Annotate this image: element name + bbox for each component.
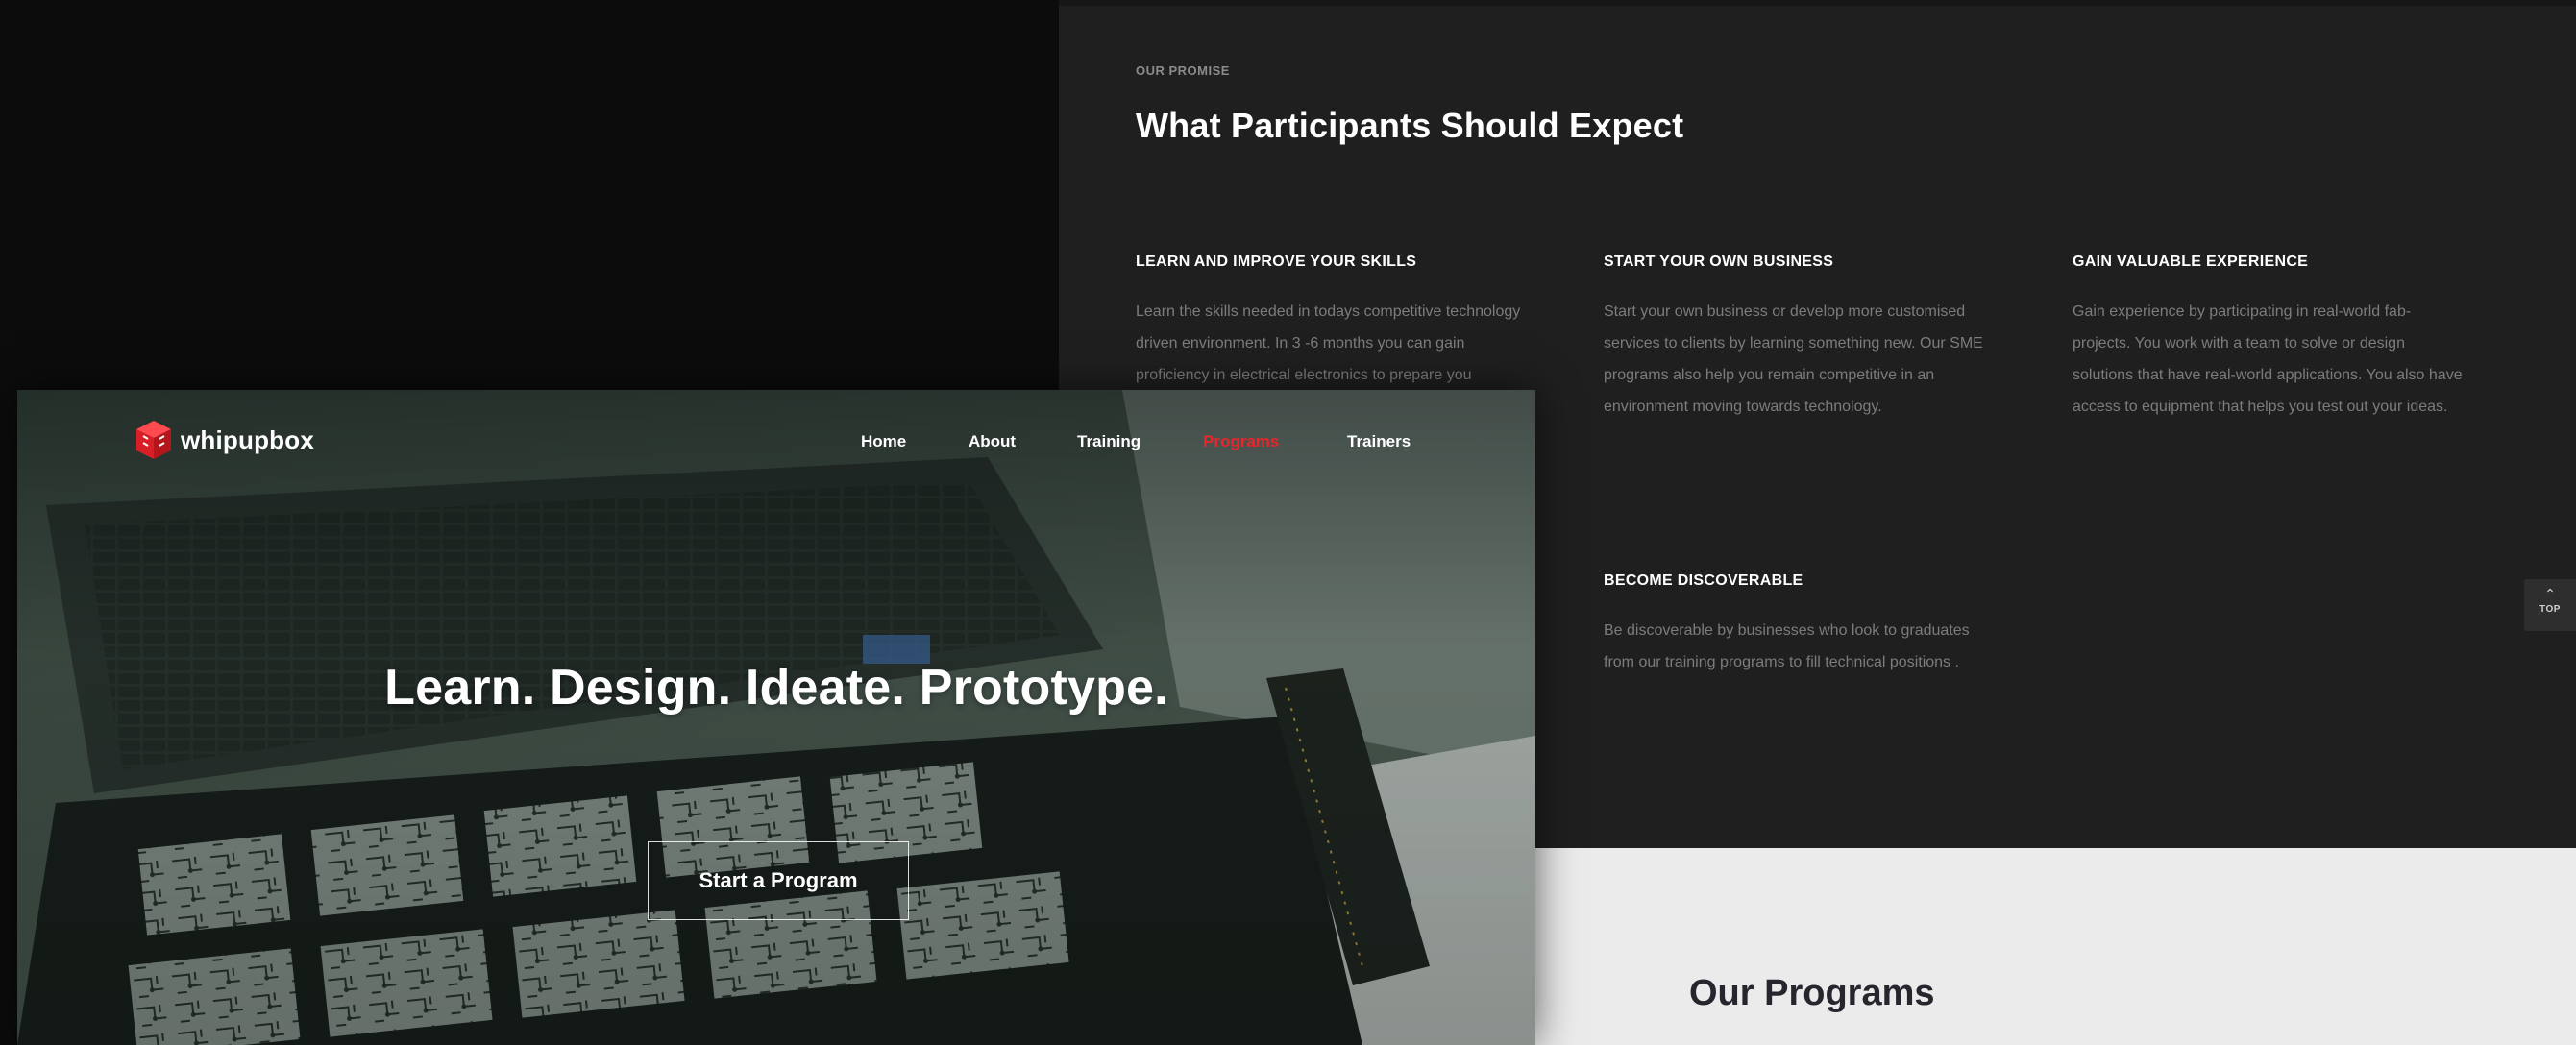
- nav-item-programs[interactable]: Programs: [1203, 432, 1279, 451]
- hero-overlay: [17, 390, 1535, 1045]
- start-program-button[interactable]: Start a Program: [648, 841, 909, 920]
- nav-item-training[interactable]: Training: [1077, 432, 1141, 451]
- feature-title: START YOUR OWN BUSINESS: [1604, 254, 1834, 270]
- back-to-top-label: TOP: [2539, 604, 2561, 615]
- feature-text: Be discoverable by businesses who look t…: [1604, 622, 1970, 670]
- feature-discoverable: BECOME DISCOVERABLE Be discoverable by b…: [1604, 572, 2007, 678]
- section-title: What Participants Should Expect: [1136, 106, 1684, 145]
- feature-skills: LEARN AND IMPROVE YOUR SKILLS Learn the …: [1136, 254, 1539, 391]
- nav-item-trainers[interactable]: Trainers: [1347, 432, 1411, 451]
- feature-text: Learn the skills needed in todays compet…: [1136, 304, 1521, 383]
- hero-section: whipupbox Home About Training Programs T…: [17, 390, 1535, 1045]
- main-nav: Home About Training Programs Trainers: [17, 432, 1535, 461]
- section-eyebrow: OUR PROMISE: [1136, 63, 1230, 78]
- back-to-top-button[interactable]: ⌃ TOP: [2524, 579, 2576, 631]
- nav-item-home[interactable]: Home: [861, 432, 906, 451]
- nav-item-about[interactable]: About: [969, 432, 1016, 451]
- hero-headline: Learn. Design. Ideate. Prototype.: [384, 660, 1168, 716]
- feature-title: BECOME DISCOVERABLE: [1604, 572, 1803, 589]
- feature-title: LEARN AND IMPROVE YOUR SKILLS: [1136, 254, 1417, 270]
- chevron-up-icon: ⌃: [2544, 586, 2556, 601]
- programs-section: Our Programs: [1535, 848, 2576, 1045]
- feature-text: Start your own business or develop more …: [1604, 304, 1983, 415]
- feature-business: START YOUR OWN BUSINESS Start your own b…: [1604, 254, 2007, 423]
- feature-title: GAIN VALUABLE EXPERIENCE: [2073, 254, 2309, 270]
- feature-experience: GAIN VALUABLE EXPERIENCE Gain experience…: [2073, 254, 2476, 423]
- programs-title: Our Programs: [1689, 973, 1935, 1013]
- feature-text: Gain experience by participating in real…: [2073, 304, 2463, 415]
